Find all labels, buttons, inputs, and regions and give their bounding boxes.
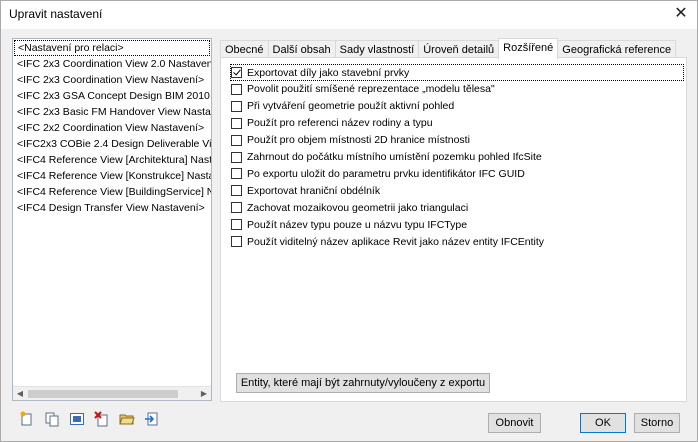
setup-list-item[interactable]: <IFC2x3 COBie 2.4 Design Deliverable Vie… bbox=[13, 136, 211, 152]
option-label: Použít viditelný název aplikace Revit ja… bbox=[247, 235, 545, 248]
option-row[interactable]: Použít pro objem místnosti 2D hranice mí… bbox=[231, 133, 470, 148]
option-row[interactable]: Použít pro referenci název rodiny a typu bbox=[231, 116, 433, 131]
setup-list-item[interactable]: <IFC 2x3 GSA Concept Design BIM 2010 Nas… bbox=[13, 88, 211, 104]
close-button[interactable]: ✕ bbox=[669, 3, 693, 25]
scroll-right-icon[interactable]: ▶ bbox=[197, 387, 211, 400]
option-checkbox[interactable] bbox=[231, 219, 242, 231]
option-checkbox[interactable] bbox=[231, 202, 242, 214]
option-checkbox[interactable] bbox=[231, 117, 242, 129]
dialog-title: Upravit nastavení bbox=[9, 7, 103, 21]
ok-button[interactable]: OK bbox=[580, 413, 626, 433]
setup-list-item[interactable]: <IFC4 Reference View [Architektura] Nast… bbox=[13, 152, 211, 168]
option-label: Při vytváření geometrie použít aktivní p… bbox=[247, 100, 455, 113]
horizontal-scrollbar[interactable]: ◀ ▶ bbox=[13, 386, 211, 400]
option-label: Exportovat hraniční obdélník bbox=[247, 184, 381, 197]
option-label: Zachovat mozaikovou geometrii jako trian… bbox=[247, 201, 469, 214]
cancel-button[interactable]: Storno bbox=[634, 413, 680, 433]
setup-list-item[interactable]: <IFC 2x2 Coordination View Nastavení> bbox=[13, 120, 211, 136]
setup-toolbar bbox=[19, 411, 169, 427]
option-label: Použít název typu pouze u názvu typu IFC… bbox=[247, 218, 468, 231]
option-checkbox[interactable] bbox=[231, 134, 242, 146]
option-checkbox[interactable] bbox=[231, 100, 242, 112]
duplicate-setup-icon[interactable] bbox=[44, 411, 60, 427]
reset-button[interactable]: Obnovit bbox=[488, 413, 541, 433]
option-row[interactable]: Povolit použití smíšené reprezentace „mo… bbox=[231, 82, 495, 97]
option-row[interactable]: Použít viditelný název aplikace Revit ja… bbox=[231, 234, 544, 249]
setup-list-item[interactable]: <IFC4 Reference View [BuildingService] N… bbox=[13, 184, 211, 200]
option-label: Po exportu uložit do parametru prvku ide… bbox=[247, 167, 525, 180]
setup-list-item[interactable]: <IFC 2x3 Coordination View 2.0 Nastavení… bbox=[13, 56, 211, 72]
setup-list-item[interactable]: <IFC4 Design Transfer View Nastavení> bbox=[13, 200, 211, 216]
option-checkbox[interactable] bbox=[231, 151, 242, 163]
import-setup-icon[interactable] bbox=[119, 411, 135, 427]
setup-list-item[interactable]: <IFC4 Reference View [Konstrukce] Nastav… bbox=[13, 168, 211, 184]
option-label: Použít pro referenci název rodiny a typu bbox=[247, 117, 433, 130]
option-label: Povolit použití smíšené reprezentace „mo… bbox=[247, 83, 495, 96]
delete-setup-icon[interactable] bbox=[94, 411, 110, 427]
setup-list[interactable]: <Nastavení pro relaci> <IFC 2x3 Coordinat… bbox=[12, 38, 212, 401]
tab-strip: Obecné Další obsah Sady vlastností Úroveň d… bbox=[220, 38, 677, 60]
setup-list-item[interactable]: <IFC 2x3 Basic FM Handover View Nastaven… bbox=[13, 104, 211, 120]
option-label: Zahrnout do počátku místního umístění po… bbox=[247, 151, 542, 163]
scroll-left-icon[interactable]: ◀ bbox=[13, 387, 27, 400]
option-row[interactable]: Po exportu uložit do parametru prvku ide… bbox=[231, 166, 525, 181]
new-setup-icon[interactable] bbox=[19, 411, 35, 427]
title-bar: Upravit nastavení ✕ bbox=[1, 1, 697, 29]
tab-4[interactable]: Rozšířené bbox=[498, 38, 559, 59]
export-setup-icon[interactable] bbox=[144, 411, 160, 427]
option-checkbox[interactable] bbox=[231, 83, 242, 95]
option-row[interactable]: Zachovat mozaikovou geometrii jako trian… bbox=[231, 200, 468, 215]
rename-setup-icon[interactable] bbox=[69, 411, 85, 427]
setup-list-item[interactable]: <IFC 2x3 Coordination View Nastavení> bbox=[13, 72, 211, 88]
option-label: Exportovat díly jako stavební prvky bbox=[247, 66, 410, 79]
advanced-tab-panel: Exportovat díly jako stavební prvky Povol… bbox=[220, 57, 687, 402]
option-checkbox[interactable] bbox=[231, 236, 242, 247]
option-checkbox[interactable] bbox=[231, 168, 242, 180]
option-row[interactable]: Exportovat hraniční obdélník bbox=[231, 183, 380, 198]
option-row[interactable]: Zahrnout do počátku místního umístění po… bbox=[231, 150, 542, 165]
option-label: Použít pro objem místnosti 2D hranice mí… bbox=[247, 134, 470, 147]
option-row[interactable]: Exportovat díly jako stavební prvky bbox=[230, 64, 684, 81]
option-checkbox[interactable] bbox=[231, 67, 242, 78]
option-row[interactable]: Použít název typu pouze u názvu typu IFC… bbox=[231, 217, 467, 232]
dialog-window: Upravit nastavení ✕ <Nastavení pro relac… bbox=[0, 0, 698, 442]
scroll-thumb[interactable] bbox=[28, 390, 178, 398]
option-checkbox[interactable] bbox=[231, 185, 242, 197]
setup-list-item[interactable]: <Nastavení pro relaci> bbox=[14, 40, 210, 56]
entities-to-export-button[interactable]: Entity, které mají být zahrnuty/vyloučen… bbox=[236, 373, 490, 393]
option-row[interactable]: Při vytváření geometrie použít aktivní p… bbox=[231, 99, 454, 114]
